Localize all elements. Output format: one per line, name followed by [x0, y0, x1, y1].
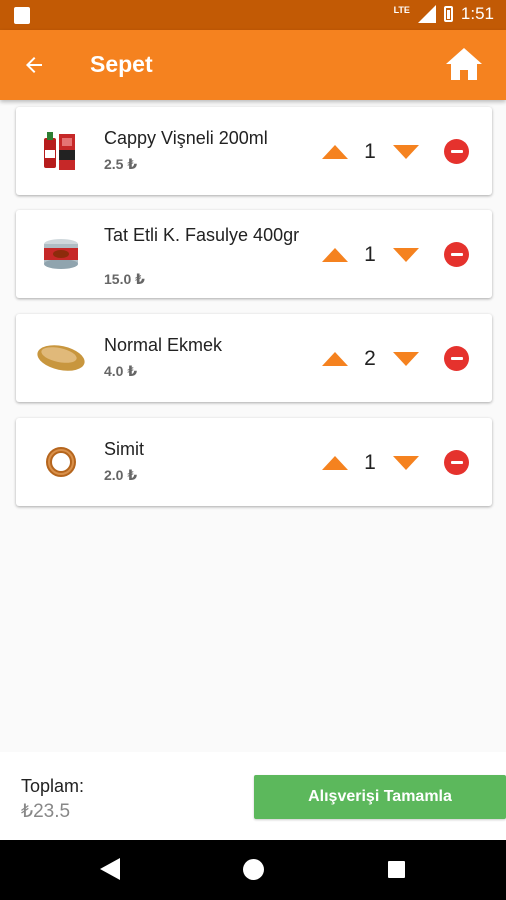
item-quantity: 1	[364, 451, 376, 474]
remove-item-button[interactable]	[444, 346, 469, 371]
status-bar: LTE 1:51	[0, 0, 506, 30]
cart-item: Normal Ekmek 4.0 ₺ 2	[16, 314, 492, 402]
cart-footer: Toplam: ₺23.5 Alışverişi Tamamla	[0, 752, 506, 840]
total-value: ₺23.5	[21, 801, 71, 822]
app-bar: Sepet	[0, 30, 506, 100]
decrease-quantity-icon[interactable]	[393, 246, 419, 262]
network-type: LTE	[393, 5, 410, 15]
checkout-button[interactable]: Alışverişi Tamamla	[254, 775, 506, 819]
battery-icon	[443, 6, 453, 22]
cart-item: Simit 2.0 ₺ 1	[16, 418, 492, 506]
nav-back-icon[interactable]	[100, 858, 120, 880]
item-name: Cappy Vişneli 200ml	[104, 128, 268, 148]
home-icon	[446, 48, 482, 80]
page-title: Sepet	[90, 51, 153, 77]
increase-quantity-icon[interactable]	[322, 454, 348, 470]
simit-image	[36, 436, 86, 488]
nav-home-icon[interactable]	[243, 859, 264, 880]
canned-food-image	[36, 228, 86, 280]
item-name: Simit	[104, 439, 144, 459]
bread-image	[36, 332, 86, 384]
item-name: Normal Ekmek	[104, 335, 223, 355]
item-name: Tat Etli K. Fasulye 400gr	[104, 225, 300, 245]
increase-quantity-icon[interactable]	[322, 350, 348, 366]
item-quantity: 2	[364, 347, 376, 370]
item-price: 2.5 ₺	[104, 156, 138, 172]
decrease-quantity-icon[interactable]	[393, 350, 419, 366]
decrease-quantity-icon[interactable]	[393, 454, 419, 470]
total-label: Toplam:	[21, 776, 85, 796]
cart-item: Tat Etli K. Fasulye 400gr 15.0 ₺ 1	[16, 210, 492, 298]
remove-item-button[interactable]	[444, 139, 469, 164]
item-quantity: 1	[364, 140, 376, 163]
increase-quantity-icon[interactable]	[322, 143, 348, 159]
item-quantity: 1	[364, 243, 376, 266]
minus-icon	[450, 150, 463, 153]
arrow-left-icon	[26, 57, 42, 73]
item-price: 4.0 ₺	[104, 363, 138, 379]
item-price: 2.0 ₺	[104, 467, 138, 483]
decrease-quantity-icon[interactable]	[393, 143, 419, 159]
status-time: 1:51	[460, 4, 494, 23]
signal-icon	[417, 5, 436, 23]
minus-icon	[450, 357, 463, 360]
remove-item-button[interactable]	[444, 242, 469, 267]
minus-icon	[450, 253, 463, 256]
minus-icon	[450, 461, 463, 464]
system-nav-bar	[0, 840, 506, 900]
back-button[interactable]	[18, 50, 50, 80]
notification-icon	[14, 7, 30, 24]
nav-recent-apps-icon[interactable]	[388, 861, 405, 878]
cart-item: Cappy Vişneli 200ml 2.5 ₺ 1	[16, 107, 492, 195]
increase-quantity-icon[interactable]	[322, 246, 348, 262]
item-price: 15.0 ₺	[104, 271, 145, 287]
home-button[interactable]	[444, 44, 484, 84]
remove-item-button[interactable]	[444, 450, 469, 475]
juice-box-image	[36, 125, 86, 177]
